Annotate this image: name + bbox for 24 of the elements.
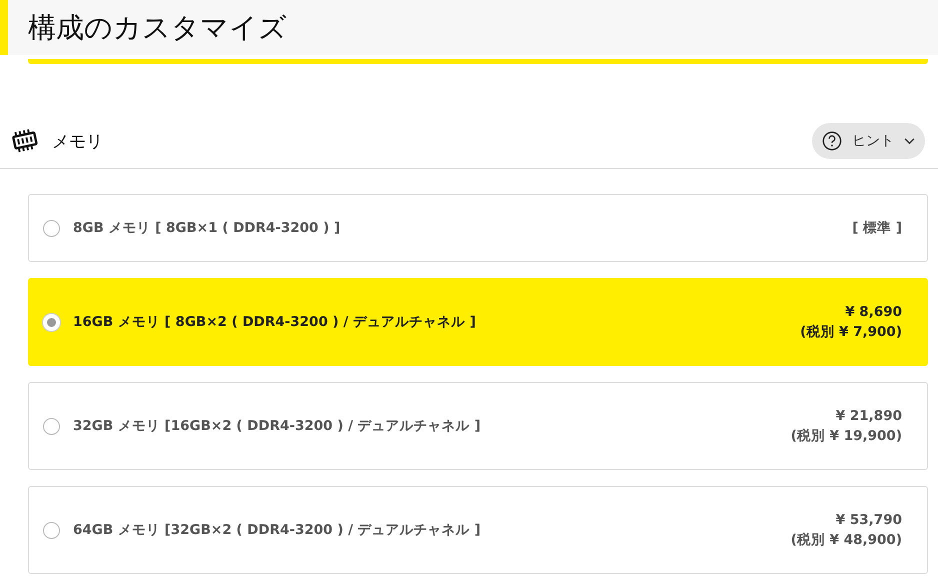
price-text: ¥ 21,890	[836, 408, 902, 424]
page-title: 構成のカスタマイズ	[28, 10, 287, 46]
option-label: 64GB メモリ [32GB×2 ( DDR4-3200 ) / デュアルチャネル ]	[73, 521, 482, 539]
price-text: ¥ 53,790	[836, 512, 902, 528]
option-label: 8GB メモリ [ 8GB×1 ( DDR4-3200 ) ]	[73, 219, 342, 237]
price-text: (税別 ¥ 48,900)	[790, 530, 902, 548]
price-text: (税別 ¥ 7,900)	[800, 322, 902, 340]
memory-option[interactable]: 32GB メモリ [16GB×2 ( DDR4-3200 ) / デュアルチャネル ] ¥ 21,890 (税別 ¥ 19,900)	[28, 382, 928, 470]
radio-button[interactable]	[43, 522, 60, 538]
help-icon	[822, 131, 842, 151]
memory-chip-icon	[10, 128, 40, 154]
memory-option[interactable]: 8GB メモリ [ 8GB×1 ( DDR4-3200 ) ] [ 標準 ]	[28, 194, 928, 262]
option-label: 16GB メモリ [ 8GB×2 ( DDR4-3200 ) / デュアルチャネル ]	[73, 313, 477, 331]
memory-option[interactable]: 64GB メモリ [32GB×2 ( DDR4-3200 ) / デュアルチャネル ] ¥ 53,790 (税別 ¥ 48,900)	[28, 486, 928, 574]
chevron-down-icon	[904, 138, 915, 144]
section-title: メモリ	[52, 130, 104, 152]
price-text: (税別 ¥ 19,900)	[790, 426, 902, 444]
hint-button[interactable]: ヒント	[812, 123, 925, 159]
price-text: [ 標準 ]	[852, 219, 902, 237]
option-label: 32GB メモリ [16GB×2 ( DDR4-3200 ) / デュアルチャネル ]	[73, 417, 482, 435]
price-text: ¥ 8,690	[845, 304, 902, 320]
radio-button[interactable]	[43, 220, 60, 236]
memory-option[interactable]: 16GB メモリ [ 8GB×2 ( DDR4-3200 ) / デュアルチャネル ] ¥ 8,690 (税別 ¥ 7,900)	[28, 278, 928, 366]
radio-button[interactable]	[43, 418, 60, 434]
